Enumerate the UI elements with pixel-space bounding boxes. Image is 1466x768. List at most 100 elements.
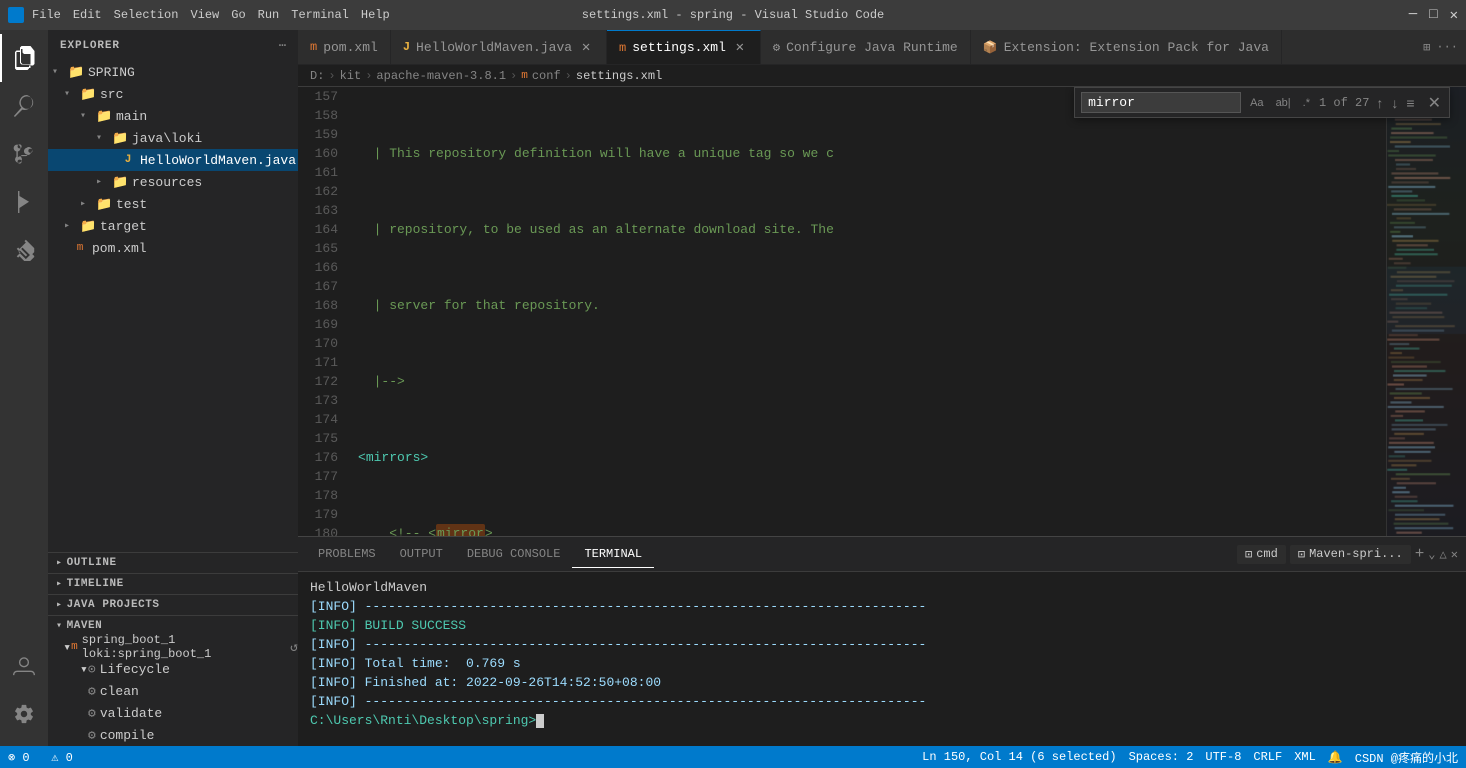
panel-java-projects[interactable]: ▸ JAVA PROJECTS (48, 594, 298, 615)
close-helloworldmaven-button[interactable]: ✕ (578, 39, 594, 55)
activity-account[interactable] (0, 642, 48, 690)
status-notification[interactable]: 🔔 (1328, 750, 1343, 765)
terminal-maximize-button[interactable]: △ (1440, 547, 1447, 562)
code-editor[interactable]: 157 158 159 160 161 162 163 164 165 166 … (298, 87, 1386, 536)
extension-pack-icon: 📦 (983, 40, 998, 55)
tab-terminal[interactable]: TERMINAL (572, 541, 654, 568)
minimap-content (1387, 87, 1466, 536)
status-language[interactable]: XML (1294, 750, 1316, 764)
tab-helloworldmaven[interactable]: J HelloWorldMaven.java ✕ (391, 30, 607, 64)
tree-item-test[interactable]: ▸ 📁 test (48, 193, 298, 215)
minimize-button[interactable]: ─ (1409, 7, 1417, 24)
terminal-cmd-panel[interactable]: ⊡ cmd (1237, 545, 1286, 564)
minimap (1386, 87, 1466, 536)
tree-item-target[interactable]: ▸ 📁 target (48, 215, 298, 237)
tab-pom-xml[interactable]: m pom.xml (298, 30, 391, 64)
menu-terminal[interactable]: Terminal (291, 8, 349, 22)
tab-debug-console[interactable]: DEBUG CONSOLE (455, 541, 573, 567)
tree-item-helloworldmaven[interactable]: J HelloWorldMaven.java (48, 149, 298, 171)
find-options: Aa ab| .* (1245, 95, 1315, 111)
breadcrumb-conf[interactable]: conf (532, 69, 561, 83)
status-eol[interactable]: CRLF (1253, 750, 1282, 764)
activity-source-control[interactable] (0, 130, 48, 178)
activity-extensions[interactable] (0, 226, 48, 274)
find-prev-button[interactable]: ↑ (1373, 95, 1386, 111)
terminal-close-button[interactable]: ✕ (1451, 547, 1458, 562)
status-errors[interactable]: ⊗ 0 ⚠ 0 (8, 750, 73, 765)
panel-outline[interactable]: ▸ OUTLINE (48, 552, 298, 573)
tree-item-src[interactable]: ▾ 📁 src (48, 83, 298, 105)
find-navigation: ↑ ↓ ≡ (1373, 95, 1417, 111)
menu-selection[interactable]: Selection (114, 8, 179, 22)
activity-explorer[interactable] (0, 34, 48, 82)
find-list-button[interactable]: ≡ (1403, 95, 1417, 111)
activity-search[interactable] (0, 82, 48, 130)
configure-java-icon: ⚙ (773, 40, 780, 55)
menu-view[interactable]: View (190, 8, 219, 22)
terminal-content[interactable]: HelloWorldMaven [INFO] -----------------… (298, 572, 1466, 746)
menu-run[interactable]: Run (258, 8, 280, 22)
code-content[interactable]: | This repository definition will have a… (346, 87, 1386, 536)
menu-help[interactable]: Help (361, 8, 390, 22)
tab-configure-java[interactable]: ⚙ Configure Java Runtime (761, 30, 971, 64)
status-spaces[interactable]: Spaces: 2 (1129, 750, 1194, 764)
line-numbers: 157 158 159 160 161 162 163 164 165 166 … (298, 87, 346, 536)
terminal-maven-panel[interactable]: ⊡ Maven-spri... (1290, 545, 1411, 564)
window-controls: ─ □ ✕ (1409, 7, 1458, 24)
tab-problems[interactable]: PROBLEMS (306, 541, 388, 567)
regex-button[interactable]: .* (1298, 95, 1315, 111)
tree-item-java-loki[interactable]: ▾ 📁 java\loki (48, 127, 298, 149)
split-editor-icon[interactable]: ⊞ (1423, 40, 1430, 55)
breadcrumb-settings-xml[interactable]: settings.xml (576, 69, 662, 83)
find-close-button[interactable]: ✕ (1426, 93, 1443, 113)
breadcrumb-conf-icon: m (521, 70, 528, 82)
tab-settings-xml[interactable]: m settings.xml ✕ (607, 30, 761, 64)
close-settings-xml-button[interactable]: ✕ (732, 40, 748, 56)
tree-item-pom[interactable]: m pom.xml (48, 237, 298, 259)
status-left: ⊗ 0 ⚠ 0 (8, 750, 73, 765)
code-line-157: | This repository definition will have a… (358, 144, 1386, 163)
menu-go[interactable]: Go (231, 8, 245, 22)
code-line-160: |--> (358, 372, 1386, 391)
activity-bottom (0, 642, 48, 746)
maven-validate[interactable]: ⚙ validate (48, 702, 298, 724)
find-input[interactable] (1081, 92, 1241, 113)
maven-lifecycle[interactable]: ▾ ⊙ Lifecycle (48, 658, 298, 680)
breadcrumb-kit[interactable]: kit (340, 69, 362, 83)
tab-output[interactable]: OUTPUT (388, 541, 455, 567)
status-ln-col[interactable]: Ln 150, Col 14 (6 selected) (922, 750, 1116, 764)
maven-clean[interactable]: ⚙ clean (48, 680, 298, 702)
maven-project[interactable]: ▾ m spring_boot_1 loki:spring_boot_1 ↺ (48, 636, 298, 658)
sidebar-title: EXPLORER (60, 40, 120, 52)
editor-area: m pom.xml J HelloWorldMaven.java ✕ m set… (298, 30, 1466, 746)
match-case-button[interactable]: Aa (1245, 95, 1268, 111)
close-button[interactable]: ✕ (1450, 7, 1458, 24)
pom-xml-icon: m (310, 40, 317, 54)
maven-compile[interactable]: ⚙ compile (48, 724, 298, 746)
whole-word-button[interactable]: ab| (1271, 95, 1296, 111)
maximize-button[interactable]: □ (1429, 7, 1437, 24)
status-encoding[interactable]: UTF-8 (1205, 750, 1241, 764)
tab-extension-pack[interactable]: 📦 Extension: Extension Pack for Java (971, 30, 1282, 64)
menu-file[interactable]: File (32, 8, 61, 22)
menu-bar: File Edit Selection View Go Run Terminal… (32, 8, 390, 22)
activity-run[interactable] (0, 178, 48, 226)
tree-item-spring[interactable]: ▾ 📁 SPRING (48, 61, 298, 83)
tree-item-main[interactable]: ▾ 📁 main (48, 105, 298, 127)
status-right: Ln 150, Col 14 (6 selected) Spaces: 2 UT… (922, 749, 1458, 766)
more-actions-icon[interactable]: ··· (1436, 40, 1458, 54)
tab-bar: m pom.xml J HelloWorldMaven.java ✕ m set… (298, 30, 1466, 65)
terminal-add-button[interactable]: + (1415, 545, 1425, 563)
activity-settings[interactable] (0, 690, 48, 738)
new-file-icon[interactable]: ⋯ (279, 38, 286, 53)
tree-item-resources[interactable]: ▸ 📁 resources (48, 171, 298, 193)
find-next-button[interactable]: ↓ (1388, 95, 1401, 111)
code-line-161: <mirrors> (358, 448, 1386, 467)
terminal-more-button[interactable]: ⌄ (1428, 547, 1435, 562)
code-line-162: <!-- <mirror> (358, 524, 1386, 536)
breadcrumb-d[interactable]: D: (310, 69, 324, 83)
panel-timeline[interactable]: ▸ TIMELINE (48, 573, 298, 594)
breadcrumb-maven[interactable]: apache-maven-3.8.1 (376, 69, 506, 83)
menu-edit[interactable]: Edit (73, 8, 102, 22)
refresh-maven-icon[interactable]: ↺ (290, 640, 298, 655)
